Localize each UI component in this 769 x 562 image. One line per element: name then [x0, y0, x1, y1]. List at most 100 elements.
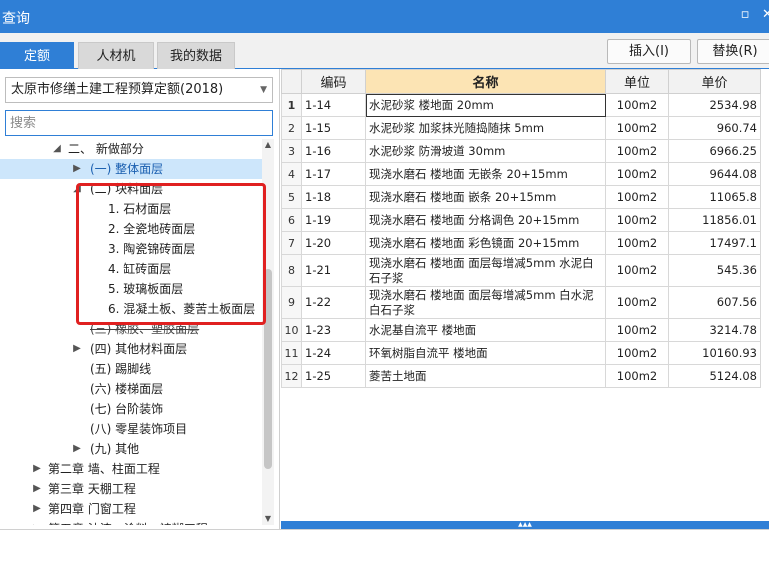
cell-unit[interactable]: 100m2: [605, 364, 669, 388]
tree-item[interactable]: ▶ 第五章 油漆、涂料、裱糊工程: [0, 519, 262, 525]
cell-price[interactable]: 3214.78: [668, 318, 761, 342]
row-number[interactable]: 1: [281, 93, 302, 117]
row-number[interactable]: 5: [281, 185, 302, 209]
row-number[interactable]: 2: [281, 116, 302, 140]
splitter-grip-icon[interactable]: ▲▲▲: [504, 522, 546, 528]
cell-price[interactable]: 11065.8: [668, 185, 761, 209]
cell-code[interactable]: 1-14: [301, 93, 366, 117]
tree-item[interactable]: (七) 台阶装饰: [0, 399, 262, 419]
cell-name[interactable]: 现浇水磨石 楼地面 嵌条 20+15mm: [365, 185, 606, 209]
table-row[interactable]: 1 1-14 水泥砂浆 楼地面 20mm 100m2 2534.98: [281, 93, 761, 117]
tree-item[interactable]: 2. 全瓷地砖面层: [0, 219, 262, 239]
expand-arrow-icon[interactable]: ▶: [32, 499, 42, 519]
search-input[interactable]: [5, 110, 273, 136]
cell-price[interactable]: 545.36: [668, 254, 761, 287]
row-number[interactable]: 4: [281, 162, 302, 186]
row-number[interactable]: 3: [281, 139, 302, 163]
tree-item[interactable]: 1. 石材面层: [0, 199, 262, 219]
cell-price[interactable]: 6966.25: [668, 139, 761, 163]
quota-library-select[interactable]: 太原市修缮土建工程预算定额(2018) ▼: [5, 77, 273, 103]
table-row[interactable]: 9 1-22 现浇水磨石 楼地面 面层每增减5mm 白水泥白石子浆 100m2 607.…: [281, 286, 761, 319]
scroll-down-icon[interactable]: ▼: [262, 513, 274, 525]
cell-code[interactable]: 1-22: [301, 286, 366, 319]
row-number[interactable]: 10: [281, 318, 302, 342]
insert-button[interactable]: 插入(I): [607, 39, 691, 64]
tree-item[interactable]: ▶ 第三章 天棚工程: [0, 479, 262, 499]
expand-arrow-icon[interactable]: ▶: [32, 479, 42, 499]
cell-name[interactable]: 环氧树脂自流平 楼地面: [365, 341, 606, 365]
table-row[interactable]: 2 1-15 水泥砂浆 加浆抹光随捣随抹 5mm 100m2 960.74: [281, 116, 761, 140]
cell-price[interactable]: 10160.93: [668, 341, 761, 365]
cell-price[interactable]: 5124.08: [668, 364, 761, 388]
cell-price[interactable]: 17497.1: [668, 231, 761, 255]
cell-name[interactable]: 现浇水磨石 楼地面 面层每增减5mm 水泥白石子浆: [365, 254, 606, 287]
cell-code[interactable]: 1-20: [301, 231, 366, 255]
tab-rencaiji[interactable]: 人材机: [78, 42, 154, 69]
table-row[interactable]: 3 1-16 水泥砂浆 防滑坡道 30mm 100m2 6966.25: [281, 139, 761, 163]
expand-arrow-icon[interactable]: ▶: [72, 159, 82, 179]
cell-price[interactable]: 960.74: [668, 116, 761, 140]
cell-code[interactable]: 1-17: [301, 162, 366, 186]
cell-unit[interactable]: 100m2: [605, 185, 669, 209]
tree-item[interactable]: ▶ (四) 其他材料面层: [0, 339, 262, 359]
tree-item[interactable]: (八) 零星装饰项目: [0, 419, 262, 439]
tree-item[interactable]: (五) 踢脚线: [0, 359, 262, 379]
header-name[interactable]: 名称: [365, 69, 606, 94]
cell-unit[interactable]: 100m2: [605, 116, 669, 140]
cell-name[interactable]: 水泥基自流平 楼地面: [365, 318, 606, 342]
tree-item[interactable]: 3. 陶瓷锦砖面层: [0, 239, 262, 259]
cell-unit[interactable]: 100m2: [605, 318, 669, 342]
table-row[interactable]: 4 1-17 现浇水磨石 楼地面 无嵌条 20+15mm 100m2 9644.08: [281, 162, 761, 186]
cell-code[interactable]: 1-24: [301, 341, 366, 365]
tree-item[interactable]: ◢ (二) 块料面层: [0, 179, 262, 199]
cell-name[interactable]: 水泥砂浆 加浆抹光随捣随抹 5mm: [365, 116, 606, 140]
grid-splitter[interactable]: ▲▲▲: [281, 521, 769, 529]
tree-item[interactable]: (三) 橡胶、塑胶面层: [0, 319, 262, 339]
expand-arrow-icon[interactable]: ▶: [32, 519, 42, 525]
table-row[interactable]: 5 1-18 现浇水磨石 楼地面 嵌条 20+15mm 100m2 11065.8: [281, 185, 761, 209]
cell-price[interactable]: 11856.01: [668, 208, 761, 232]
cell-price[interactable]: 2534.98: [668, 93, 761, 117]
tree-item[interactable]: ◢ 二、 新做部分: [0, 139, 262, 159]
scroll-thumb[interactable]: [264, 269, 272, 469]
table-row[interactable]: 6 1-19 现浇水磨石 楼地面 分格调色 20+15mm 100m2 11856.01: [281, 208, 761, 232]
row-number[interactable]: 7: [281, 231, 302, 255]
row-number[interactable]: 8: [281, 254, 302, 287]
tree-item[interactable]: ▶ (九) 其他: [0, 439, 262, 459]
tree-scrollbar[interactable]: ▲ ▼: [262, 139, 274, 525]
expand-arrow-icon[interactable]: ▶: [32, 459, 42, 479]
tree-item[interactable]: ▶ 第二章 墙、柱面工程: [0, 459, 262, 479]
header-price[interactable]: 单价: [668, 69, 761, 94]
row-number[interactable]: 12: [281, 364, 302, 388]
cell-code[interactable]: 1-23: [301, 318, 366, 342]
replace-button[interactable]: 替换(R): [697, 39, 769, 64]
cell-name[interactable]: 现浇水磨石 楼地面 无嵌条 20+15mm: [365, 162, 606, 186]
cell-code[interactable]: 1-18: [301, 185, 366, 209]
tree-item[interactable]: ▶ 第四章 门窗工程: [0, 499, 262, 519]
scroll-up-icon[interactable]: ▲: [262, 139, 274, 151]
cell-code[interactable]: 1-25: [301, 364, 366, 388]
tree-item[interactable]: ▶ (一) 整体面层: [0, 159, 262, 179]
tree-item[interactable]: 4. 缸砖面层: [0, 259, 262, 279]
cell-code[interactable]: 1-16: [301, 139, 366, 163]
tree-item[interactable]: 6. 混凝土板、菱苦土板面层: [0, 299, 262, 319]
cell-code[interactable]: 1-15: [301, 116, 366, 140]
close-icon[interactable]: ✕: [762, 7, 769, 23]
cell-code[interactable]: 1-21: [301, 254, 366, 287]
cell-unit[interactable]: 100m2: [605, 93, 669, 117]
cell-unit[interactable]: 100m2: [605, 208, 669, 232]
cell-unit[interactable]: 100m2: [605, 286, 669, 319]
table-row[interactable]: 10 1-23 水泥基自流平 楼地面 100m2 3214.78: [281, 318, 761, 342]
table-row[interactable]: 12 1-25 菱苦土地面 100m2 5124.08: [281, 364, 761, 388]
cell-name[interactable]: 现浇水磨石 楼地面 面层每增减5mm 白水泥白石子浆: [365, 286, 606, 319]
cell-unit[interactable]: 100m2: [605, 254, 669, 287]
row-number[interactable]: 11: [281, 341, 302, 365]
expand-arrow-icon[interactable]: ▶: [72, 439, 82, 459]
table-row[interactable]: 11 1-24 环氧树脂自流平 楼地面 100m2 10160.93: [281, 341, 761, 365]
cell-price[interactable]: 607.56: [668, 286, 761, 319]
table-row[interactable]: 7 1-20 现浇水磨石 楼地面 彩色镜面 20+15mm 100m2 17497.1: [281, 231, 761, 255]
tab-my-data[interactable]: 我的数据: [157, 42, 235, 69]
cell-name[interactable]: 水泥砂浆 楼地面 20mm: [365, 93, 606, 117]
table-row[interactable]: 8 1-21 现浇水磨石 楼地面 面层每增减5mm 水泥白石子浆 100m2 545.3…: [281, 254, 761, 287]
cell-name[interactable]: 现浇水磨石 楼地面 彩色镜面 20+15mm: [365, 231, 606, 255]
